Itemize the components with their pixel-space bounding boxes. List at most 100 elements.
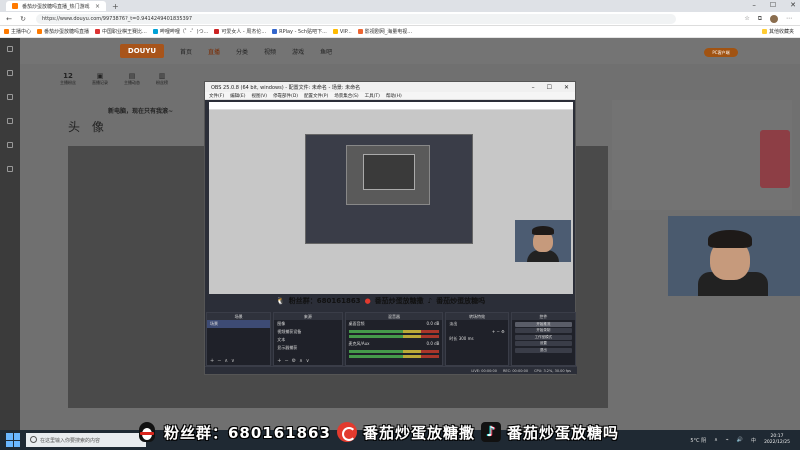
nav-yuba[interactable]: 鱼吧 (320, 47, 332, 56)
transition-duration[interactable]: 时长 300 ms (446, 335, 507, 343)
close-window-icon[interactable]: ✕ (790, 1, 796, 9)
preview-douyin-icon: ♪ (427, 297, 433, 305)
mixer-dock: 混音器 桌面音频 0.0 dB 麦克风/Aux 0.0 dB (344, 312, 444, 366)
obs-maximize-icon[interactable]: ☐ (547, 84, 552, 91)
scenes-dock-toolbar[interactable]: +−∧∨ (210, 358, 238, 364)
taskbar-search-input[interactable]: 在这里输入你要搜索的内容 (26, 433, 146, 447)
rail-item[interactable] (0, 62, 20, 86)
obs-menu-help[interactable]: 帮助(H) (386, 93, 402, 99)
weather-text[interactable]: 5°C 阴 (690, 437, 706, 444)
stat-records[interactable]: ▣ 直播记录 (92, 72, 108, 86)
browser-tab[interactable]: 番茄炒蛋放糖吗直播_热门游戏 × (6, 1, 106, 11)
nav-live[interactable]: 直播 (208, 47, 220, 56)
bookmark-item[interactable]: 番茄炒蛋放糖吗直播 (37, 28, 89, 35)
obs-menu-tools[interactable]: 工具(T) (365, 93, 380, 99)
start-recording-button[interactable]: 开始录制 (514, 328, 572, 333)
rail-item[interactable] (0, 158, 20, 182)
obs-menu-profile[interactable]: 配置文件(P) (304, 93, 328, 99)
rail-item[interactable] (0, 86, 20, 110)
nav-video[interactable]: 视频 (264, 47, 276, 56)
preview-qq-text: 粉丝群：680161863 (288, 297, 361, 305)
bookmark-item[interactable]: 可爱女人 - 周杰伦... (214, 28, 266, 35)
mixer-channel: 桌面音频 0.0 dB (348, 321, 440, 326)
preview-nested-3 (363, 154, 415, 190)
stat-rank[interactable]: ▥ 粉丝榜 (156, 72, 168, 86)
obs-menu-scenes[interactable]: 场景集合(S) (334, 93, 358, 99)
stat-dynamics[interactable]: ▤ 主播动态 (124, 72, 140, 86)
stream-title: 新电脑，现在只有我滚~ (108, 108, 174, 115)
back-icon[interactable]: ← (4, 15, 14, 23)
transitions-dock-title: 转场特效 (446, 313, 508, 320)
collections-icon[interactable]: ⧉ (758, 15, 762, 23)
nav-games[interactable]: 游戏 (292, 47, 304, 56)
exit-button[interactable]: 退出 (514, 347, 572, 353)
rail-item[interactable] (0, 38, 20, 62)
ime-lang[interactable]: 中 (751, 437, 756, 444)
douyu-logo[interactable]: DOUYU (120, 44, 164, 58)
settings-button[interactable]: 设置 (514, 341, 572, 346)
scenes-dock: 场景 场景 +−∧∨ (206, 312, 272, 366)
sources-dock-toolbar[interactable]: +−⚙∧∨ (277, 358, 312, 364)
preview-douyin-text: 番茄炒蛋放糖吗 (436, 297, 486, 305)
tray-up-arrow-icon[interactable]: ∧ (714, 437, 718, 443)
bookmark-item[interactable]: 影视剧网_海量电视... (357, 28, 412, 35)
minimize-icon[interactable]: – (752, 1, 756, 9)
volume-icon[interactable]: 🔊 (737, 437, 743, 443)
source-item[interactable]: 视频捕获设备 (274, 328, 341, 336)
webcam-feed (668, 216, 800, 296)
new-tab-icon[interactable]: + (112, 2, 119, 11)
bookmark-item[interactable]: VIP... (332, 29, 352, 35)
menu-dots-icon[interactable]: ⋯ (786, 15, 792, 23)
obs-menu-file[interactable]: 文件(F) (209, 93, 224, 99)
xigua-icon (336, 422, 357, 442)
bookmark-item[interactable]: 哔哩哔哩（゜-゜)つ... (152, 28, 208, 35)
pc-client-button[interactable]: PC客户端 (704, 48, 738, 57)
bookmark-icon (332, 29, 338, 34)
url-input[interactable]: https://www.douyu.com/9973876?_t=0.94142… (36, 13, 676, 24)
nav-home[interactable]: 首页 (180, 47, 192, 56)
network-icon[interactable]: ⌁ (726, 437, 729, 443)
close-tab-icon[interactable]: × (95, 3, 100, 10)
bookmark-item[interactable]: RPlay - 5ch贴吧下... (272, 28, 327, 35)
audio-meter (348, 350, 440, 353)
refresh-icon[interactable]: ↻ (18, 15, 28, 23)
transition-select[interactable]: 淡出 (446, 320, 507, 328)
rail-icon (7, 166, 13, 172)
other-bookmarks[interactable]: 其他收藏夹 (761, 28, 794, 35)
obs-titlebar: OBS 25.0.8 (64 bit, windows) - 配置文件: 未命名… (205, 82, 575, 92)
windows-start-icon[interactable] (6, 433, 20, 447)
rail-icon (7, 70, 13, 76)
bookmark-item[interactable]: 主播中心 (4, 28, 31, 35)
stat-fans[interactable]: 12 主播粉丝 (60, 72, 76, 86)
obs-menu-view[interactable]: 视图(V) (251, 93, 267, 99)
preview-person-hair (532, 226, 554, 235)
scene-item[interactable]: 场景 (207, 320, 271, 328)
transition-toolbar[interactable]: + − ⚙ (446, 328, 507, 335)
controls-dock-title: 控件 (511, 313, 575, 320)
qq-group-text: 粉丝群：680161863 (164, 423, 331, 442)
window-controls: – ☐ ✕ (752, 1, 796, 9)
profile-avatar[interactable] (770, 14, 778, 23)
promo-banner[interactable] (760, 130, 790, 188)
obs-menu-edit[interactable]: 编辑(E) (230, 93, 245, 99)
source-item[interactable]: 文本 (274, 336, 341, 344)
source-item[interactable]: 显示器捕获 (274, 344, 341, 352)
star-icon[interactable]: ☆ (744, 15, 749, 23)
start-streaming-button[interactable]: 开始推流 (514, 321, 572, 327)
audio-meter (348, 335, 440, 338)
browser-tabbar: 番茄炒蛋放糖吗直播_热门游戏 × + – ☐ ✕ (0, 0, 800, 12)
obs-menu-docks[interactable]: 停靠部件(D) (273, 93, 298, 99)
studio-mode-button[interactable]: 工作室模式 (514, 334, 572, 340)
obs-close-icon[interactable]: ✕ (564, 84, 569, 91)
nav-category[interactable]: 分类 (236, 47, 248, 56)
left-rail (0, 38, 20, 430)
rail-item[interactable] (0, 134, 20, 158)
source-item[interactable]: 图像 (274, 320, 341, 328)
obs-preview[interactable] (209, 102, 573, 294)
maximize-icon[interactable]: ☐ (770, 1, 776, 9)
bookmark-item[interactable]: 中国职业棋王赛比... (95, 28, 147, 35)
obs-minimize-icon[interactable]: – (532, 84, 535, 91)
taskbar-clock[interactable]: 20:17 2022/12/25 (764, 434, 790, 446)
rail-item[interactable] (0, 110, 20, 134)
bookmark-icon (357, 29, 363, 34)
